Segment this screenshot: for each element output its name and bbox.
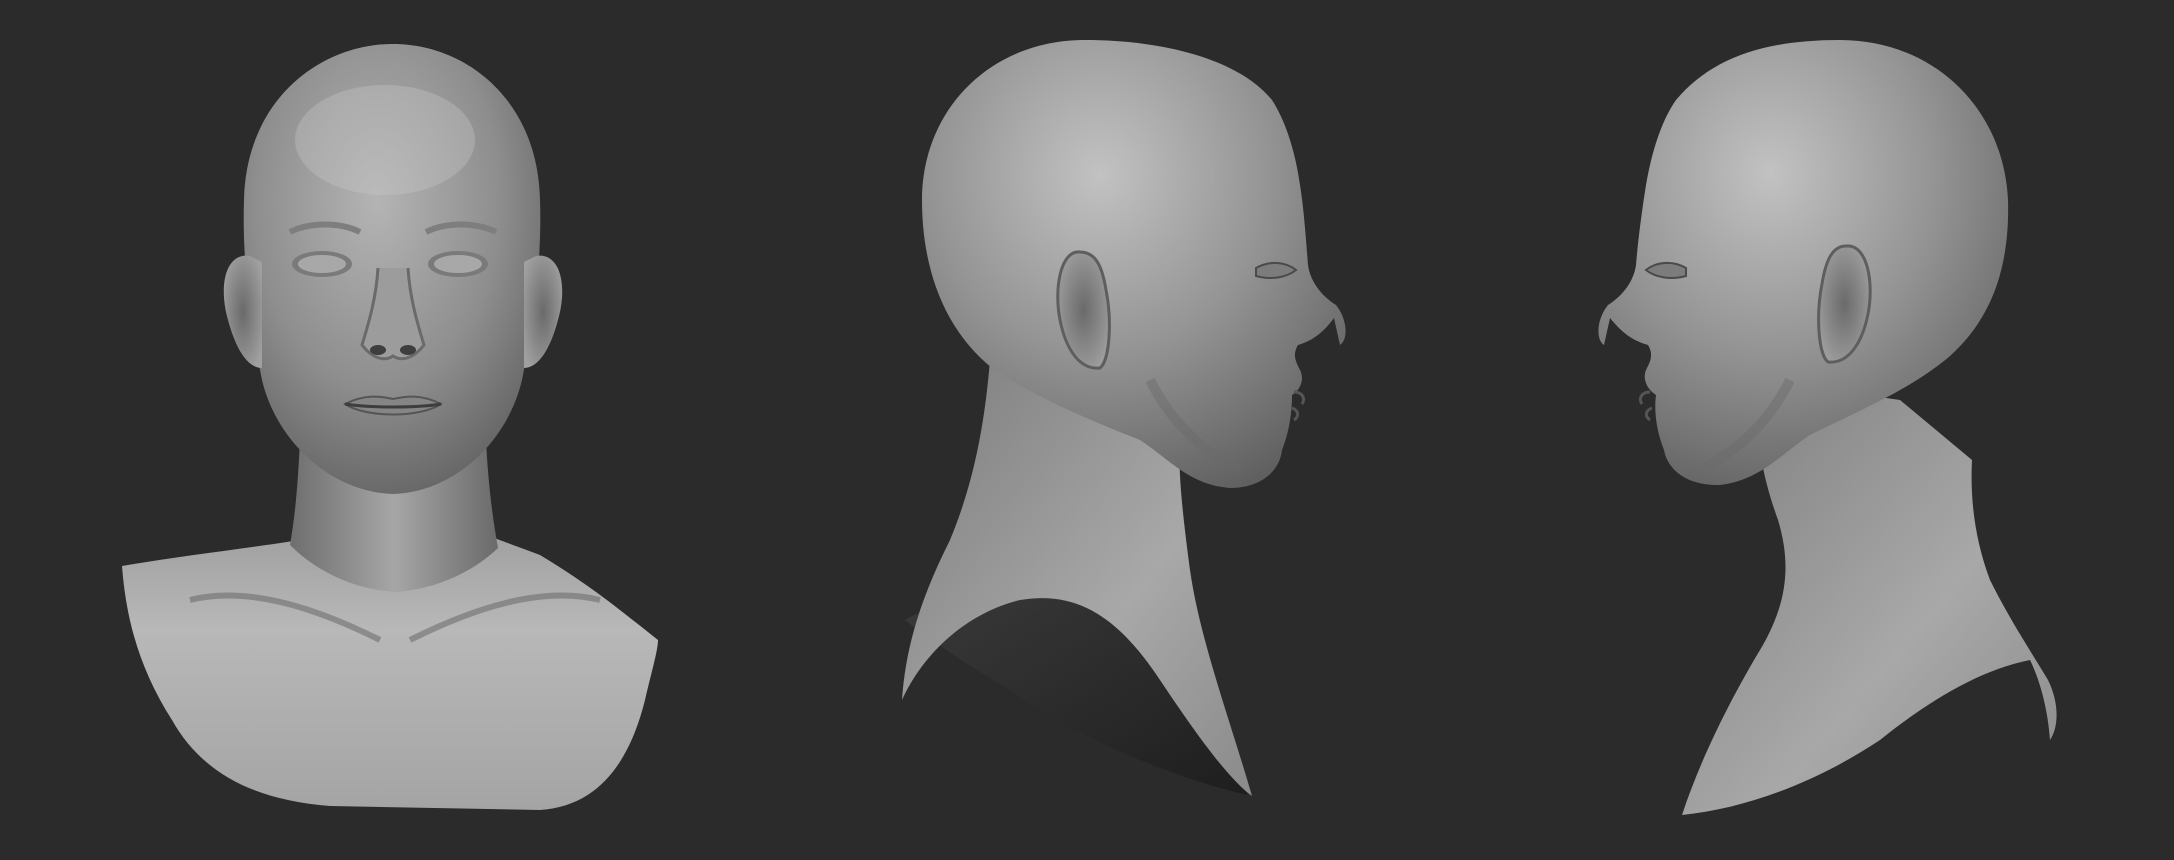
front-right-ear — [524, 255, 563, 368]
front-nostril-right — [400, 345, 416, 355]
front-right-eyeball — [434, 255, 482, 273]
sculpt-canvas — [122, 40, 2057, 815]
left-profile-head — [1598, 40, 2009, 486]
front-forehead-highlight — [295, 85, 475, 195]
right-profile-lips — [1291, 390, 1306, 422]
front-left-ear — [223, 255, 262, 368]
sculpt-viewport — [0, 0, 2174, 860]
left-profile-lips — [1638, 390, 1653, 422]
left-profile-view — [1598, 40, 2057, 815]
right-profile-view — [902, 40, 1346, 796]
front-nostril-left — [370, 345, 386, 355]
front-view — [122, 44, 658, 810]
front-left-eyeball — [298, 255, 346, 273]
